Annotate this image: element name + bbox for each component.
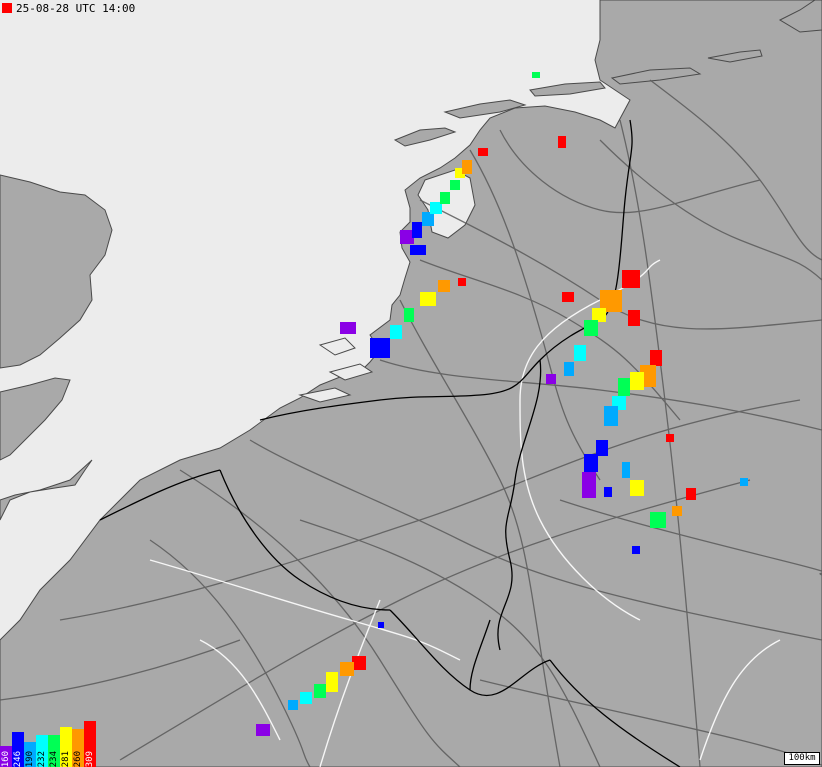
legend-label: 281	[61, 750, 71, 767]
legend-bar: 281	[60, 727, 72, 767]
legend-bar: 246	[12, 732, 24, 767]
scale-label: 100km	[788, 753, 816, 763]
lightning-map	[0, 0, 822, 767]
scale-bar: 100km	[784, 752, 820, 765]
legend-label: 190	[25, 750, 35, 767]
timestamp-label: 25-08-28 UTC 14:00	[16, 1, 136, 15]
strike-count-legend: 160 246 190 232 234 281 260 309	[0, 721, 96, 767]
legend-bar: 309	[84, 721, 96, 767]
legend-bar: 260	[72, 729, 84, 767]
legend-bar: 234	[48, 735, 60, 767]
legend-label: 160	[1, 750, 11, 767]
legend-bar: 160	[0, 746, 12, 767]
legend-label: 232	[37, 750, 47, 767]
time-marker-icon	[2, 3, 12, 13]
legend-label: 309	[85, 750, 95, 767]
legend-bar: 190	[24, 742, 36, 767]
legend-label: 246	[13, 750, 23, 767]
legend-label: 260	[73, 750, 83, 767]
legend-bar: 232	[36, 735, 48, 767]
legend-label: 234	[49, 750, 59, 767]
timestamp-header: 25-08-28 UTC 14:00	[2, 1, 135, 15]
